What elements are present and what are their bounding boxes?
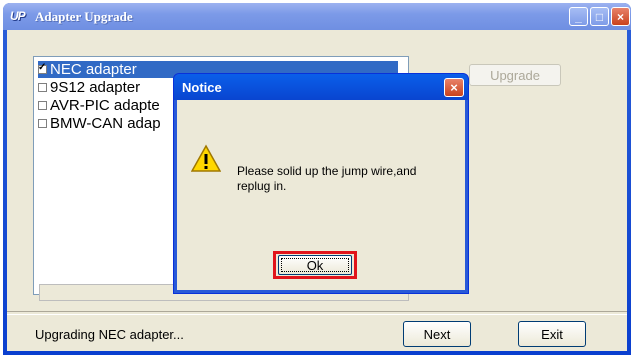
checkbox[interactable] <box>38 119 47 128</box>
list-item-avr-pic[interactable]: AVR-PIC adapte <box>38 97 160 114</box>
dialog-message: Please solid up the jump wire,and replug… <box>237 164 457 194</box>
message-line: replug in. <box>237 179 287 193</box>
dialog-client: Please solid up the jump wire,and replug… <box>177 100 465 290</box>
title-bar[interactable]: UP Adapter Upgrade _ □ × <box>3 3 631 30</box>
dialog-close-button[interactable]: × <box>444 78 464 97</box>
minimize-button[interactable]: _ <box>569 7 588 26</box>
dialog-title-bar[interactable]: Notice × <box>174 74 468 100</box>
dialog-title: Notice <box>182 80 222 95</box>
list-item-label: NEC adapter <box>50 61 137 78</box>
status-text: Upgrading NEC adapter... <box>35 327 184 342</box>
checkbox[interactable] <box>38 101 47 110</box>
list-item-label: 9S12 adapter <box>50 79 141 96</box>
list-item-9s12[interactable]: 9S12 adapter <box>38 79 140 96</box>
list-item-bmw-can[interactable]: BMW-CAN adap <box>38 115 161 132</box>
checkbox[interactable] <box>38 83 47 92</box>
separator <box>7 311 627 315</box>
maximize-button[interactable]: □ <box>590 7 609 26</box>
list-item-label: BMW-CAN adap <box>50 115 161 132</box>
next-button[interactable]: Next <box>403 321 471 347</box>
upgrade-button[interactable]: Upgrade <box>469 64 561 86</box>
list-item-label: AVR-PIC adapte <box>50 97 160 114</box>
ok-button[interactable]: Ok <box>278 255 352 275</box>
warning-icon <box>191 144 221 172</box>
notice-dialog: Notice × Please solid up the jump wire,a… <box>173 73 469 294</box>
checkbox[interactable] <box>38 62 47 74</box>
app-logo: UP <box>10 9 26 23</box>
close-button[interactable]: × <box>611 7 630 26</box>
window-title: Adapter Upgrade <box>35 9 133 24</box>
message-line: Please solid up the jump wire,and <box>237 164 417 178</box>
exit-button[interactable]: Exit <box>518 321 586 347</box>
